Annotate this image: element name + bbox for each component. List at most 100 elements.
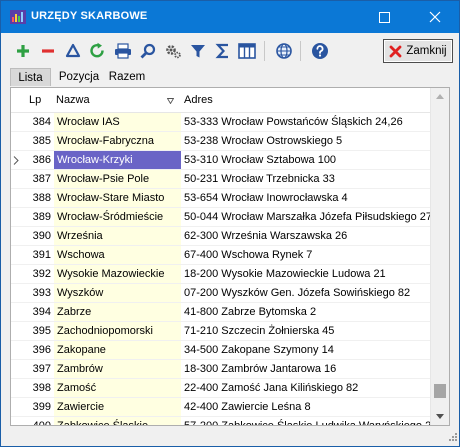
web-icon[interactable] <box>274 41 294 61</box>
help-icon[interactable] <box>310 41 330 61</box>
cell-address: 53-654 Wrocław Inowrocławska 4 <box>184 192 348 204</box>
cell-name: Ząbkowice Śląskie <box>54 417 181 425</box>
cell-address: 22-400 Zamość Jana Kilińskiego 82 <box>184 382 359 394</box>
columns-icon[interactable] <box>237 41 257 61</box>
cell-lp: 385 <box>32 135 51 147</box>
cell-address: 41-800 Zabrze Bytomska 2 <box>184 306 317 318</box>
title-bar[interactable]: URZĘDY SKARBOWE <box>1 1 459 33</box>
cell-name: Zabrze <box>54 303 181 322</box>
cell-name: Wrocław-Psie Pole <box>54 170 181 189</box>
table-row[interactable]: 395 Zachodniopomorski 71-210 Szczecin Żołn… <box>11 322 431 341</box>
scroll-down-icon[interactable] <box>431 408 449 425</box>
tab-lista[interactable]: Lista <box>10 68 51 86</box>
cell-lp: 397 <box>32 363 51 375</box>
tab-pozycja[interactable]: Pozycja <box>55 68 103 86</box>
cell-name: Wrocław-Śródmieście <box>54 208 181 227</box>
cell-address: 53-238 Wrocław Ostrowskiego 5 <box>184 135 343 147</box>
sort-descending-icon <box>166 95 175 107</box>
search-icon[interactable] <box>138 41 158 61</box>
delete-icon[interactable] <box>38 41 58 61</box>
scroll-thumb[interactable] <box>434 384 446 398</box>
current-row-indicator-icon <box>13 156 19 168</box>
cell-address: 50-231 Wrocław Trzebnicka 33 <box>184 173 335 185</box>
table-row[interactable]: 396 Zakopane 34-500 Zakopane Szymony 14 <box>11 341 431 360</box>
tab-razem[interactable]: Razem <box>105 68 149 86</box>
table-row[interactable]: 388 Wrocław-Stare Miasto 53-654 Wrocław In… <box>11 189 431 208</box>
column-header-lp[interactable]: Lp <box>29 94 41 106</box>
cell-lp: 392 <box>32 268 51 280</box>
cell-address: 57-200 Ząbkowice Śląskie Ludwika Waryńsk… <box>184 420 431 426</box>
cell-lp: 391 <box>32 249 51 261</box>
cell-address: 62-300 Września Warszawska 26 <box>184 230 348 242</box>
app-icon <box>10 10 26 24</box>
table-row[interactable]: 390 Września 62-300 Września Warszawska 26 <box>11 227 431 246</box>
toolbar-separator <box>300 41 301 61</box>
cell-lp: 398 <box>32 382 51 394</box>
table-row[interactable]: 400 Ząbkowice Śląskie 57-200 Ząbkowice Ślą… <box>11 417 431 426</box>
sum-icon[interactable] <box>213 41 233 61</box>
settings-icon[interactable] <box>163 41 183 61</box>
cell-name: Zachodniopomorski <box>54 322 181 341</box>
table-row[interactable]: 384 Wrocław IAS 53-333 Wrocław Powstańców … <box>11 113 431 132</box>
cell-lp: 393 <box>32 287 51 299</box>
filter-icon[interactable] <box>188 41 208 61</box>
cell-name: Września <box>54 227 181 246</box>
print-icon[interactable] <box>113 41 133 61</box>
cell-address: 50-044 Wrocław Marszałka Józefa Piłsudsk… <box>184 211 431 223</box>
cell-name: Wysokie Mazowieckie <box>54 265 181 284</box>
table-row[interactable]: 391 Wschowa 67-400 Wschowa Rynek 7 <box>11 246 431 265</box>
cell-address: 18-200 Wysokie Mazowieckie Ludowa 21 <box>184 268 386 280</box>
refresh-icon[interactable] <box>87 41 107 61</box>
table-row[interactable]: 394 Zabrze 41-800 Zabrze Bytomska 2 <box>11 303 431 322</box>
vertical-scrollbar[interactable] <box>430 88 449 425</box>
cell-lp: 384 <box>32 116 51 128</box>
close-button[interactable]: Zamknij <box>383 39 453 63</box>
tab-bar: Lista Pozycja Razem <box>1 68 459 86</box>
column-header-name[interactable]: Nazwa <box>56 94 90 106</box>
up-arrow-icon[interactable] <box>63 41 83 61</box>
cell-name: Wyszków <box>54 284 181 303</box>
cell-name: Wschowa <box>54 246 181 265</box>
table-row[interactable]: 386 Wrocław-Krzyki 53-310 Wrocław Sztabowa… <box>11 151 431 170</box>
cell-lp: 400 <box>32 420 51 426</box>
table-row[interactable]: 397 Zambrów 18-300 Zambrów Jantarowa 16 <box>11 360 431 379</box>
table-row[interactable]: 392 Wysokie Mazowieckie 18-200 Wysokie Maz… <box>11 265 431 284</box>
cell-address: 07-200 Wyszków Gen. Józefa Sowińskiego 8… <box>184 287 411 299</box>
table-row[interactable]: 398 Zamość 22-400 Zamość Jana Kilińskiego … <box>11 379 431 398</box>
resize-grip-icon[interactable] <box>447 431 457 444</box>
scroll-up-icon[interactable] <box>431 88 449 105</box>
close-icon <box>389 45 402 58</box>
cell-address: 53-310 Wrocław Sztabowa 100 <box>184 154 337 166</box>
cell-lp: 390 <box>32 230 51 242</box>
cell-name: Wrocław IAS <box>54 113 181 132</box>
table-row[interactable]: 399 Zawiercie 42-400 Zawiercie Leśna 8 <box>11 398 431 417</box>
cell-address: 67-400 Wschowa Rynek 7 <box>184 249 313 261</box>
cell-lp: 395 <box>32 325 51 337</box>
cell-address: 18-300 Zambrów Jantarowa 16 <box>184 363 337 375</box>
table-row[interactable]: 389 Wrocław-Śródmieście 50-044 Wrocław Mar… <box>11 208 431 227</box>
window-close-button[interactable] <box>413 1 457 33</box>
cell-lp: 389 <box>32 211 51 223</box>
cell-name: Zakopane <box>54 341 181 360</box>
cell-address: 34-500 Zakopane Szymony 14 <box>184 344 334 356</box>
table-row[interactable]: 387 Wrocław-Psie Pole 50-231 Wrocław Trzeb… <box>11 170 431 189</box>
add-icon[interactable] <box>13 41 33 61</box>
table-row[interactable]: 385 Wrocław-Fabryczna 53-238 Wrocław Ostro… <box>11 132 431 151</box>
table-row[interactable]: 393 Wyszków 07-200 Wyszków Gen. Józefa Sow… <box>11 284 431 303</box>
cell-name: Wrocław-Krzyki <box>54 151 181 170</box>
column-header-address[interactable]: Adres <box>184 94 213 106</box>
cell-lp: 386 <box>32 154 51 166</box>
cell-name: Wrocław-Stare Miasto <box>54 189 181 208</box>
data-grid: Lp Nazwa Adres 384 Wrocław IAS 53-333 Wroc… <box>10 87 450 426</box>
grid-header: Lp Nazwa Adres <box>11 88 431 113</box>
close-button-label: Zamknij <box>406 45 447 57</box>
window-title: URZĘDY SKARBOWE <box>31 10 148 22</box>
cell-lp: 399 <box>32 401 51 413</box>
cell-lp: 387 <box>32 173 51 185</box>
cell-name: Zambrów <box>54 360 181 379</box>
cell-address: 71-210 Szczecin Żołnierska 45 <box>184 325 335 337</box>
cell-name: Zamość <box>54 379 181 398</box>
maximize-button[interactable] <box>362 1 406 33</box>
cell-lp: 394 <box>32 306 51 318</box>
cell-lp: 396 <box>32 344 51 356</box>
